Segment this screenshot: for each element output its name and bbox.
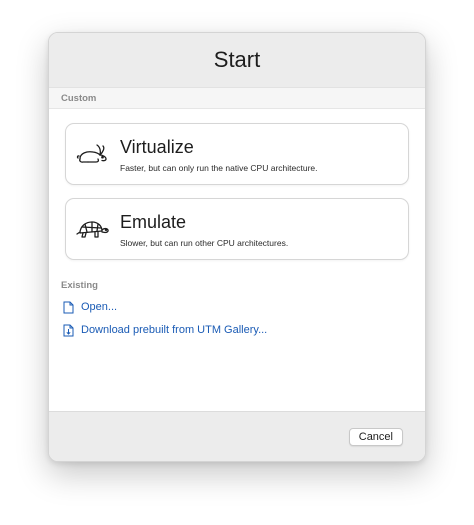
dialog-title: Start [213, 47, 261, 72]
emulate-description: Slower, but can run other CPU architectu… [120, 237, 289, 248]
custom-section-header: Custom [49, 87, 425, 109]
emulate-option[interactable]: Emulate Slower, but can run other CPU ar… [65, 198, 409, 260]
emulate-title: Emulate [120, 211, 187, 232]
virtualize-option[interactable]: Virtualize Faster, but can only run the … [65, 123, 409, 185]
virtualize-description: Faster, but can only run the native CPU … [120, 162, 318, 173]
turtle-icon [72, 208, 114, 250]
rabbit-icon [72, 133, 114, 175]
title-bar: Start [49, 33, 425, 87]
dialog-footer: Cancel [49, 411, 425, 461]
open-link-label[interactable]: Open... [81, 301, 117, 313]
download-gallery-label[interactable]: Download prebuilt from UTM Gallery... [81, 324, 267, 336]
document-icon [61, 300, 75, 314]
start-dialog: Start Custom Virtualize Faster, but can … [48, 32, 426, 462]
download-gallery-link[interactable]: Download prebuilt from UTM Gallery... [61, 323, 409, 337]
virtualize-title: Virtualize [120, 136, 194, 157]
open-link[interactable]: Open... [61, 300, 409, 314]
dialog-content: Virtualize Faster, but can only run the … [49, 109, 425, 337]
custom-section-label: Custom [61, 92, 97, 104]
document-download-icon [61, 323, 75, 337]
existing-section-label: Existing [61, 280, 98, 291]
cancel-button[interactable]: Cancel [348, 428, 403, 446]
